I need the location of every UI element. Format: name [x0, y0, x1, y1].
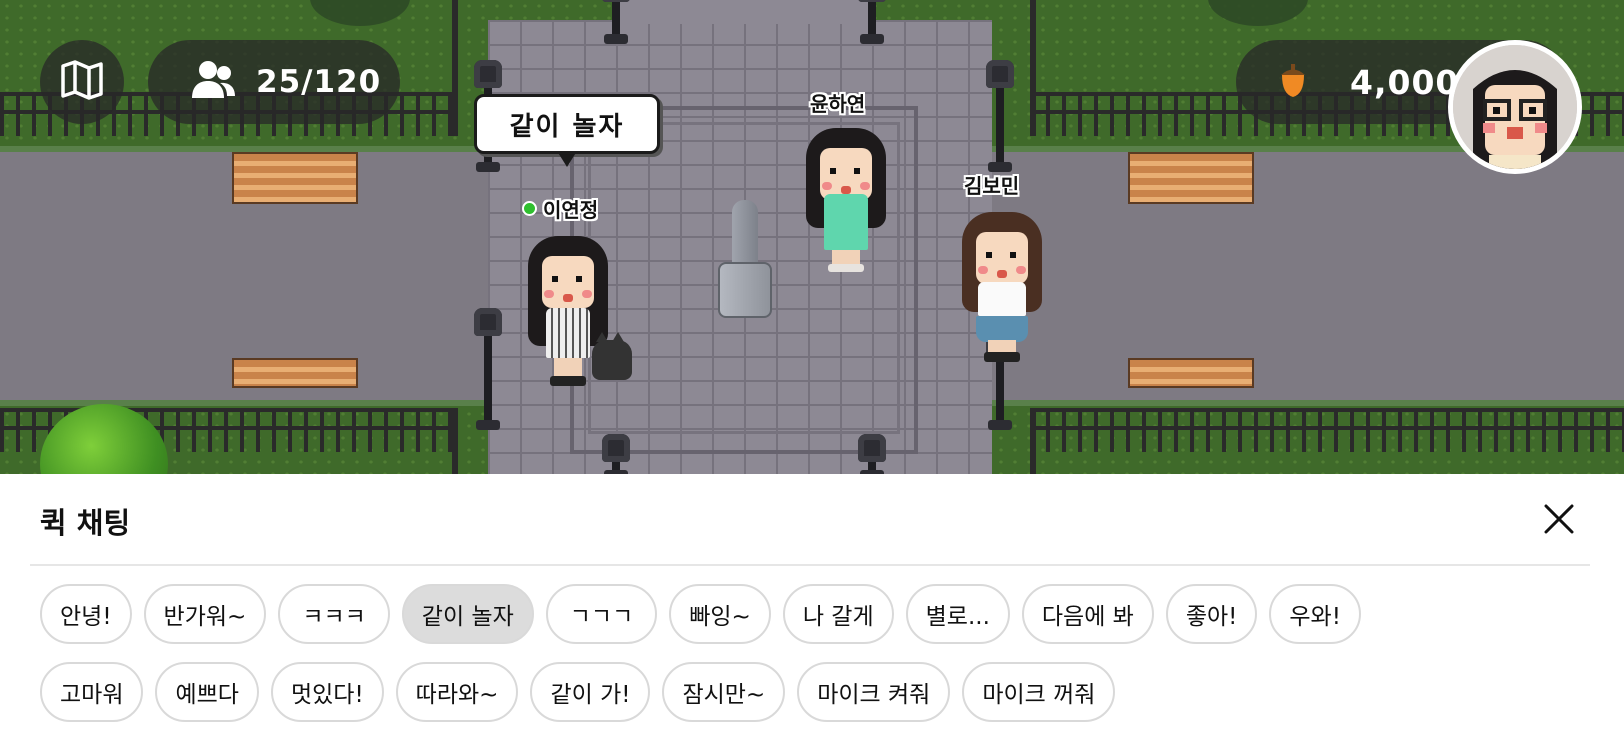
- close-icon: [1544, 504, 1574, 534]
- panel-divider: [30, 564, 1590, 566]
- profile-avatar[interactable]: [1448, 40, 1582, 174]
- quick-phrase-chip[interactable]: 반가워~: [143, 584, 267, 644]
- quick-phrase-chip[interactable]: 빠잉~: [669, 584, 771, 644]
- quick-phrase-chip[interactable]: 멋있다!: [270, 662, 384, 722]
- street-lamp: [986, 334, 1014, 430]
- npc-character[interactable]: [962, 212, 1042, 362]
- plaza-statue: [718, 200, 772, 318]
- fence-post: [452, 408, 458, 474]
- fence-post: [452, 0, 458, 136]
- quick-phrase-chip[interactable]: 다음에 봐: [1021, 584, 1154, 644]
- street-lamp: [602, 434, 630, 474]
- acorn-coin-icon: [1278, 62, 1308, 102]
- street-lamp: [858, 434, 886, 474]
- quick-phrase-chip[interactable]: 우와!: [1269, 584, 1361, 644]
- online-users-counter[interactable]: 25/120: [148, 40, 400, 124]
- quick-phrases-row-1: 안녕! 반가워~ ㅋㅋㅋ 같이 놀자 ㄱㄱㄱ 빠잉~ 나 갈게 별로... 다음…: [40, 584, 1600, 644]
- street-lamp: [986, 60, 1014, 172]
- quick-phrase-chip[interactable]: 잠시만~: [662, 662, 786, 722]
- quick-phrase-chip[interactable]: 좋아!: [1165, 584, 1258, 644]
- quick-phrase-chip[interactable]: 마이크 꺼줘: [962, 662, 1116, 722]
- fence-post: [1030, 408, 1036, 474]
- street-lamp: [858, 0, 886, 44]
- online-status-dot: [522, 201, 537, 216]
- quick-phrase-chip[interactable]: 나 갈게: [782, 584, 894, 644]
- pet-cat: [592, 332, 632, 380]
- quick-phrase-chip-selected[interactable]: 같이 놀자: [401, 584, 534, 644]
- quick-phrase-chip[interactable]: 안녕!: [40, 584, 132, 644]
- map-button[interactable]: [40, 40, 124, 124]
- bench: [1128, 152, 1254, 204]
- quick-phrase-chip[interactable]: 예쁘다: [155, 662, 259, 722]
- coin-count: 4,000: [1350, 62, 1460, 102]
- plaza-path: [612, 0, 872, 24]
- quick-phrase-chip[interactable]: ㅋㅋㅋ: [278, 584, 390, 644]
- quick-phrase-chip[interactable]: 따라와~: [395, 662, 519, 722]
- fence-post: [1030, 0, 1036, 136]
- quick-phrase-chip[interactable]: 같이 가!: [530, 662, 651, 722]
- users-icon: [190, 60, 236, 104]
- quick-phrases-row-2: 고마워 예쁘다 멋있다! 따라와~ 같이 가! 잠시만~ 마이크 켜줘 마이크 …: [40, 662, 1600, 722]
- bench: [232, 358, 358, 388]
- online-count: 25/120: [256, 64, 382, 100]
- street-lamp: [474, 308, 502, 430]
- fence-bottom-right: [1030, 408, 1624, 452]
- quick-chat-title: 퀵 채팅: [40, 506, 131, 540]
- npc-name-tag: 김보민: [964, 174, 1020, 198]
- bench: [1128, 358, 1254, 388]
- npc-name-tag: 윤하연: [810, 92, 866, 116]
- map-icon: [61, 60, 103, 104]
- npc-character[interactable]: [806, 128, 886, 278]
- quick-phrase-chip[interactable]: 고마워: [40, 662, 144, 722]
- bench: [232, 152, 358, 204]
- speech-bubble: 같이 놀자: [474, 94, 660, 167]
- quick-chat-panel: 퀵 채팅 안녕! 반가워~ ㅋㅋㅋ 같이 놀자 ㄱㄱㄱ 빠잉~ 나 갈게 별로.…: [0, 474, 1624, 750]
- player-name: 이연정: [543, 198, 599, 222]
- quick-phrase-chip[interactable]: 마이크 켜줘: [797, 662, 951, 722]
- game-scene[interactable]: 같이 놀자 이연정 윤하연 김보민 25/120 4,000: [0, 0, 1624, 474]
- street-lamp: [602, 0, 630, 44]
- quick-phrase-chip[interactable]: ㄱㄱㄱ: [545, 584, 658, 644]
- close-button[interactable]: [1538, 498, 1580, 540]
- quick-phrase-chip[interactable]: 별로...: [905, 584, 1010, 644]
- player-name-tag: 이연정: [522, 194, 598, 223]
